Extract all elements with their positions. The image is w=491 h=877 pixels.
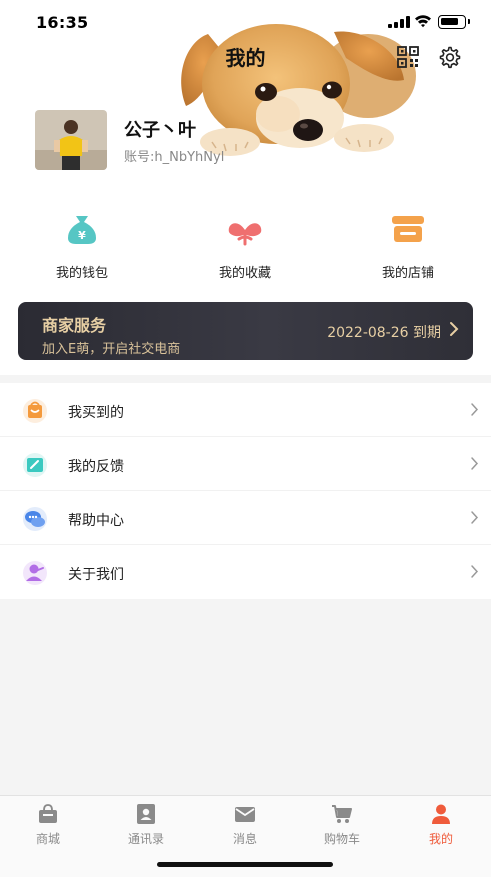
battery-level — [441, 18, 458, 25]
menu-item-purchases[interactable]: 我买到的 — [0, 383, 491, 437]
tab-mine[interactable]: 我的 — [396, 802, 486, 847]
chat-bubble-icon — [23, 507, 47, 531]
mail-icon — [235, 807, 255, 822]
chevron-right-icon — [471, 457, 479, 470]
merchant-service-banner[interactable]: 商家服务 加入E萌，开启社交电商 2022-08-26 到期 — [18, 302, 473, 360]
qr-code-icon[interactable] — [397, 46, 419, 68]
chevron-right-icon — [471, 403, 479, 416]
shopping-bag-icon — [23, 399, 47, 423]
merchant-subtitle: 加入E萌，开启社交电商 — [42, 342, 181, 357]
quick-action-store[interactable]: 我的店铺 — [348, 208, 468, 281]
tab-label-contacts: 通讯录 — [127, 832, 164, 846]
signal-icon — [388, 16, 410, 28]
tab-shop[interactable]: 商城 — [3, 802, 93, 847]
tab-label-shop: 商城 — [35, 832, 60, 846]
wallet-icon: ¥ — [68, 216, 96, 244]
menu-item-help[interactable]: 帮助中心 — [0, 491, 491, 545]
edit-icon — [23, 453, 47, 477]
menu-item-about[interactable]: 关于我们 — [0, 545, 491, 599]
shop-icon — [39, 804, 57, 823]
chevron-right-icon — [471, 511, 479, 524]
favorites-label: 我的收藏 — [218, 266, 271, 281]
store-label: 我的店铺 — [381, 266, 434, 281]
cart-icon — [332, 805, 352, 823]
status-bar: 16:35 — [0, 0, 491, 46]
menu-label-help: 帮助中心 — [68, 513, 124, 529]
menu-label-feedback: 我的反馈 — [68, 459, 124, 475]
user-icon — [432, 804, 450, 824]
tab-contacts[interactable]: 通讯录 — [101, 802, 191, 847]
person-icon — [23, 561, 47, 585]
menu-item-feedback[interactable]: 我的反馈 — [0, 437, 491, 491]
tab-label-mine: 我的 — [428, 832, 453, 846]
wifi-icon — [415, 15, 431, 28]
heart-icon — [228, 223, 262, 246]
svg-text:¥: ¥ — [78, 229, 86, 242]
status-time: 16:35 — [36, 13, 89, 32]
merchant-title: 商家服务 — [42, 316, 107, 335]
home-indicator — [157, 862, 333, 867]
account-id: 账号:h_NbYhNyl — [124, 150, 225, 165]
battery-icon — [438, 15, 470, 29]
avatar-photo — [35, 110, 107, 170]
tab-label-cart: 购物车 — [323, 832, 360, 846]
merchant-expiry: 2022-08-26 到期 — [327, 325, 441, 341]
quick-action-wallet[interactable]: ¥ 我的钱包 — [22, 208, 142, 281]
gear-icon[interactable] — [438, 45, 462, 69]
chevron-right-icon — [471, 565, 479, 578]
chevron-right-icon — [450, 322, 459, 336]
menu-label-purchases: 我买到的 — [68, 405, 124, 421]
menu-label-about: 关于我们 — [68, 567, 124, 583]
contacts-icon — [137, 804, 155, 824]
tab-messages[interactable]: 消息 — [200, 802, 290, 847]
tab-cart[interactable]: 购物车 — [297, 802, 387, 847]
tab-label-messages: 消息 — [232, 832, 257, 846]
avatar[interactable] — [35, 110, 107, 170]
menu-list: 我买到的 我的反馈 帮助中心 关于我们 — [0, 383, 491, 599]
store-icon — [392, 216, 424, 242]
username: 公子丶叶 — [124, 120, 196, 141]
quick-action-favorites[interactable]: 我的收藏 — [185, 208, 305, 281]
wallet-label: 我的钱包 — [55, 266, 108, 281]
